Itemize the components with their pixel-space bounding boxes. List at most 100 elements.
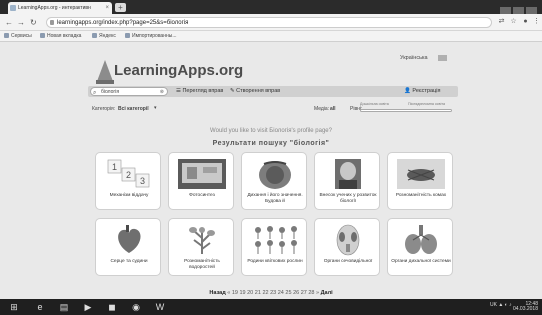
app-card[interactable]: Серце та судини xyxy=(95,218,161,276)
tab-close-icon[interactable]: × xyxy=(105,2,109,14)
translate-icon[interactable]: ⇄ xyxy=(497,17,506,26)
site-logo[interactable]: LearningApps.org xyxy=(94,56,254,86)
chevron-down-icon[interactable]: ▾ xyxy=(154,105,157,111)
card-thumbnail: 1 2 3 xyxy=(107,159,150,188)
browser-tab-strip: LearningApps.org - интерактивн × + xyxy=(0,0,542,15)
search-icon: ⌕ xyxy=(93,90,97,96)
keyboard-language[interactable]: UK xyxy=(490,302,497,308)
app-icon[interactable]: ◼ xyxy=(106,301,118,313)
svg-text:1: 1 xyxy=(112,162,117,172)
app-card[interactable]: 1 2 3 Механізм віддачу xyxy=(95,152,161,210)
system-tray: UK ▲ ◐ ♪ 12:48 04.03.2018 xyxy=(490,302,538,312)
forward-arrow-icon[interactable]: → xyxy=(17,18,25,27)
app-card[interactable]: Фотосинтез xyxy=(168,152,234,210)
media-select[interactable]: all xyxy=(330,106,336,112)
page-link[interactable]: 24 xyxy=(278,290,284,296)
category-label: Категорія: xyxy=(92,106,116,112)
card-title: Розноманітність комах xyxy=(395,193,447,198)
card-title: Розноманітність водоростей xyxy=(184,259,220,270)
folder-icon xyxy=(125,33,130,39)
media-player-icon[interactable]: ▶ xyxy=(82,301,94,313)
opera-icon[interactable]: ● xyxy=(521,17,530,26)
register-link[interactable]: 👤 Реєстрація xyxy=(404,88,440,94)
page-link[interactable]: 21 xyxy=(255,290,261,296)
card-title: Механізм віддачу xyxy=(109,193,149,198)
word-icon[interactable]: W xyxy=(154,301,166,313)
new-tab-button[interactable]: + xyxy=(115,3,126,12)
search-value: біологія xyxy=(101,89,120,95)
card-thumbnail xyxy=(178,159,226,189)
card-title: Органи сечовидільної xyxy=(323,259,373,264)
clock-date: 04.03.2018 xyxy=(512,306,538,312)
filter-bar: Категорія: Всі категорії ▾ Медіа: all Рі… xyxy=(92,102,456,115)
card-thumbnail xyxy=(335,159,361,189)
page-link[interactable]: 22 xyxy=(262,290,268,296)
card-thumbnail xyxy=(189,227,215,254)
page-link[interactable]: 26 xyxy=(293,290,299,296)
pager-next[interactable]: Далі xyxy=(321,290,333,296)
app-card[interactable]: Дихання і його значення. Будова й xyxy=(241,152,307,210)
search-input[interactable]: ⌕ біологія ⊗ xyxy=(90,87,168,96)
language-selector[interactable]: Українська xyxy=(400,55,428,61)
card-thumbnail xyxy=(255,226,297,254)
app-card[interactable]: Органи сечовидільної xyxy=(314,218,380,276)
card-title: Органи дихальної системи xyxy=(391,259,451,264)
network-icon[interactable]: ▲ ◐ ♪ xyxy=(498,302,511,308)
card-thumbnail xyxy=(397,159,445,189)
bookmark-services[interactable]: Сервисы xyxy=(4,31,32,41)
taskbar: ⊞ e ▤ ▶ ◼ ◉ W UK ▲ ◐ ♪ 12:48 04.03.2018 xyxy=(0,299,542,315)
logo-mark-icon xyxy=(96,60,114,84)
url-field[interactable]: learningapps.org/index.php?page=25&s=біо… xyxy=(46,17,492,28)
profile-question[interactable]: Would you like to visit Біологія's profi… xyxy=(0,128,542,134)
browser-tab[interactable]: LearningApps.org - интерактивн × xyxy=(8,2,112,14)
category-select[interactable]: Всі категорії xyxy=(118,106,149,112)
bookmark-yandex[interactable]: Яндекс xyxy=(92,31,116,41)
page-link[interactable]: 28 xyxy=(308,290,314,296)
media-label: Медіа: xyxy=(314,106,330,112)
card-thumbnail xyxy=(118,225,141,253)
page-link[interactable]: 20 xyxy=(247,290,253,296)
page-link-current[interactable]: 25 xyxy=(285,290,291,296)
window-controls xyxy=(498,2,538,15)
card-thumbnail xyxy=(259,161,291,189)
reload-icon[interactable]: ↻ xyxy=(30,18,37,27)
page-link[interactable]: 23 xyxy=(270,290,276,296)
create-exercises-link[interactable]: ✎ Створення вправ xyxy=(230,88,280,94)
back-arrow-icon[interactable]: ← xyxy=(5,18,13,27)
address-toolbar: ← → ↻ learningapps.org/index.php?page=25… xyxy=(0,14,542,31)
bookmark-imported[interactable]: Импортированны... xyxy=(125,31,177,41)
apps-icon xyxy=(4,33,9,39)
pager-prev[interactable]: Назад xyxy=(209,290,225,296)
card-thumbnail xyxy=(405,225,437,254)
page-link[interactable]: 27 xyxy=(301,290,307,296)
card-title: Фотосинтез xyxy=(189,193,215,198)
svg-text:3: 3 xyxy=(140,176,145,186)
card-title: Родини квіткових рослин xyxy=(247,259,303,264)
page-info-icon[interactable] xyxy=(50,20,54,25)
app-card[interactable]: Родини квіткових рослин xyxy=(241,218,307,276)
level-range-slider[interactable] xyxy=(360,109,452,112)
ie-icon[interactable]: e xyxy=(34,301,46,313)
windows-start-icon[interactable]: ⊞ xyxy=(8,301,20,313)
tab-title: LearningApps.org - интерактивн xyxy=(18,5,91,11)
clock[interactable]: 12:48 04.03.2018 xyxy=(513,302,538,312)
bookmark-new-tab[interactable]: Новая вкладка xyxy=(40,31,81,41)
app-card[interactable]: Органи дихальної системи xyxy=(387,218,453,276)
page-link[interactable]: 19 xyxy=(232,290,238,296)
globe-icon xyxy=(40,33,45,39)
menu-dots-icon[interactable]: ⋮ xyxy=(532,17,541,26)
app-card[interactable]: Розноманітність водоростей xyxy=(168,218,234,276)
main-navbar: ⌕ біологія ⊗ ☰ Перегляд вправ ✎ Створенн… xyxy=(88,86,458,97)
page-link[interactable]: 19 xyxy=(239,290,245,296)
chrome-icon[interactable]: ◉ xyxy=(130,301,142,313)
url-text: learningapps.org/index.php?page=25&s=біо… xyxy=(57,20,189,26)
app-card[interactable]: Розноманітність комах xyxy=(387,152,453,210)
card-title: Серце та судини xyxy=(110,259,148,264)
bookmark-star-icon[interactable]: ☆ xyxy=(509,17,518,26)
app-card[interactable]: Внесок учених у розвиток біології xyxy=(314,152,380,210)
svg-text:2: 2 xyxy=(126,170,131,180)
favicon-icon xyxy=(10,5,16,11)
clear-icon[interactable]: ⊗ xyxy=(160,88,164,96)
file-explorer-icon[interactable]: ▤ xyxy=(58,301,70,313)
browse-exercises-link[interactable]: ☰ Перегляд вправ xyxy=(176,88,223,94)
